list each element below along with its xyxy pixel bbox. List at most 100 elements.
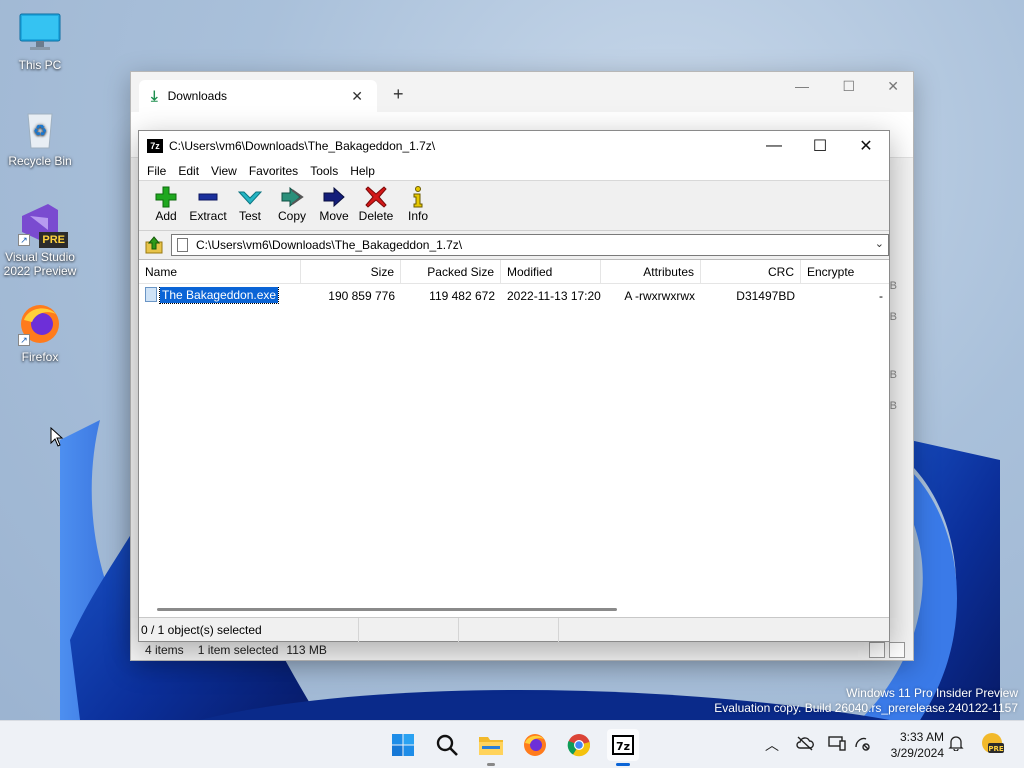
maximize-icon[interactable]: ☐ <box>842 78 855 95</box>
status-selection: 0 / 1 object(s) selected <box>139 617 359 642</box>
cell-attributes: A -rwxrwxrwx <box>624 289 695 303</box>
desktop-icon-label: Firefox <box>21 350 59 364</box>
move-button[interactable]: Move <box>313 185 355 223</box>
firefox-taskbar-icon[interactable] <box>519 729 551 761</box>
7zip-taskbar-icon[interactable]: 7z <box>607 729 639 766</box>
cell-encrypted: - <box>879 289 883 303</box>
menu-edit[interactable]: Edit <box>172 164 205 178</box>
check-icon <box>229 185 271 209</box>
start-icon[interactable] <box>387 729 419 761</box>
menu-file[interactable]: File <box>141 164 172 178</box>
explorer-tab-downloads[interactable]: ⤓ Downloads ✕ <box>139 80 377 112</box>
download-icon: ⤓ <box>151 87 158 105</box>
cell-crc: D31497BD <box>736 289 795 303</box>
info-button[interactable]: Info <box>397 185 439 223</box>
close-button[interactable]: ✕ <box>843 131 889 161</box>
size-fragment: B <box>889 311 897 323</box>
clock-time: 3:33 AM <box>899 730 944 744</box>
cell-name[interactable]: The Bakageddon.exe <box>139 286 301 306</box>
info-icon <box>397 185 439 209</box>
copy-label: Copy <box>277 209 306 223</box>
add-button[interactable]: Add <box>145 185 187 223</box>
watermark-line-1: Windows 11 Pro Insider Preview <box>846 686 1018 700</box>
column-modified[interactable]: Modified <box>501 260 601 284</box>
tiles-view-icon[interactable] <box>889 642 905 658</box>
menu-bar: File Edit View Favorites Tools Help <box>139 161 889 181</box>
folder-up-icon[interactable] <box>143 234 165 256</box>
shortcut-arrow-icon: ↗ <box>18 334 30 346</box>
watermark-line-2: Evaluation copy. Build 26040.rs_prerelea… <box>714 701 1018 715</box>
column-name[interactable]: Name <box>139 260 301 284</box>
status-bar: 0 / 1 object(s) selected <box>139 617 889 642</box>
cloud-offline-icon[interactable] <box>796 735 814 754</box>
explorer-status-bar: 4 items 1 item selected 113 MB <box>131 640 913 660</box>
test-button[interactable]: Test <box>229 185 271 223</box>
x-icon <box>355 185 397 209</box>
taskbar: 7z ︿ 3:33 AM 3/29/2024 PRE <box>0 720 1024 768</box>
monitor-icon <box>18 10 62 54</box>
notification-bell-icon[interactable] <box>948 735 964 754</box>
search-icon[interactable] <box>431 729 463 761</box>
column-attributes[interactable]: Attributes <box>601 260 701 284</box>
display-icon[interactable] <box>828 735 846 754</box>
delete-button[interactable]: Delete <box>355 185 397 223</box>
close-icon[interactable]: ✕ <box>887 78 899 95</box>
desktop-icon-firefox[interactable]: ↗ Firefox <box>0 302 80 364</box>
plus-icon <box>145 185 187 209</box>
7zip-file-manager-window[interactable]: 7z C:\Users\vm6\Downloads\The_Bakageddon… <box>138 130 890 642</box>
extract-label: Extract <box>189 209 227 223</box>
table-row[interactable]: The Bakageddon.exe 190 859 776 119 482 6… <box>139 286 889 306</box>
network-icon[interactable] <box>854 735 872 754</box>
maximize-button[interactable]: ☐ <box>797 131 843 161</box>
file-explorer-icon[interactable] <box>475 729 507 766</box>
column-crc[interactable]: CRC <box>701 260 801 284</box>
running-indicator <box>487 763 495 766</box>
size-fragment: B <box>889 400 897 412</box>
file-name[interactable]: The Bakageddon.exe <box>158 286 280 304</box>
chevron-up-icon[interactable]: ︿ <box>765 735 779 755</box>
details-view-icon[interactable] <box>869 642 885 658</box>
minimize-button[interactable]: — <box>751 131 797 161</box>
desktop-icon-visual-studio[interactable]: PRE ↗ Visual Studio 2022 Preview <box>0 202 80 278</box>
column-packed-size[interactable]: Packed Size <box>401 260 501 284</box>
cell-modified: 2022-11-13 17:20 <box>507 289 601 303</box>
menu-help[interactable]: Help <box>344 164 381 178</box>
move-label: Move <box>319 209 349 223</box>
minus-icon <box>187 185 229 209</box>
minimize-icon[interactable]: — <box>795 78 809 94</box>
cell-packed-size: 119 482 672 <box>429 289 495 303</box>
system-clock[interactable]: 3:33 AM 3/29/2024 <box>882 729 944 761</box>
evaluation-watermark: Windows 11 Pro Insider Preview Evaluatio… <box>714 686 1018 716</box>
copilot-pre-icon[interactable]: PRE <box>980 731 1004 758</box>
arrow-right-icon <box>313 185 355 209</box>
mouse-cursor-icon <box>50 427 64 447</box>
address-bar: C:\Users\vm6\Downloads\The_Bakageddon_1.… <box>139 231 889 259</box>
svg-text:7z: 7z <box>616 740 630 753</box>
horizontal-scrollbar[interactable] <box>157 608 617 611</box>
chevron-down-icon[interactable]: ⌄ <box>875 237 884 250</box>
column-encrypted[interactable]: Encrypte <box>801 260 889 284</box>
desktop-icon-recycle-bin[interactable]: ♻ Recycle Bin <box>0 106 80 168</box>
recycle-bin-icon: ♻ <box>18 106 62 150</box>
pre-badge: PRE <box>39 232 68 248</box>
status-selected: 1 item selected <box>197 643 279 657</box>
new-tab-button[interactable]: + <box>393 84 404 105</box>
chrome-icon[interactable] <box>563 729 595 761</box>
active-indicator <box>616 763 630 766</box>
tab-close-icon[interactable]: ✕ <box>351 88 363 105</box>
path-combobox[interactable]: C:\Users\vm6\Downloads\The_Bakageddon_1.… <box>171 234 889 256</box>
menu-favorites[interactable]: Favorites <box>243 164 304 178</box>
size-fragment: B <box>889 280 897 292</box>
status-size: 113 MB <box>286 643 327 657</box>
column-size[interactable]: Size <box>301 260 401 284</box>
menu-view[interactable]: View <box>205 164 243 178</box>
copy-button[interactable]: Copy <box>271 185 313 223</box>
status-item-count: 4 items <box>145 643 184 657</box>
menu-tools[interactable]: Tools <box>304 164 344 178</box>
svg-text:♻: ♻ <box>33 121 47 140</box>
extract-button[interactable]: Extract <box>187 185 229 223</box>
7zip-logo-icon: 7z <box>147 139 163 153</box>
file-list[interactable]: Name Size Packed Size Modified Attribute… <box>139 259 889 617</box>
desktop-icon-this-pc[interactable]: This PC <box>0 10 80 72</box>
visual-studio-icon: PRE ↗ <box>18 202 68 248</box>
